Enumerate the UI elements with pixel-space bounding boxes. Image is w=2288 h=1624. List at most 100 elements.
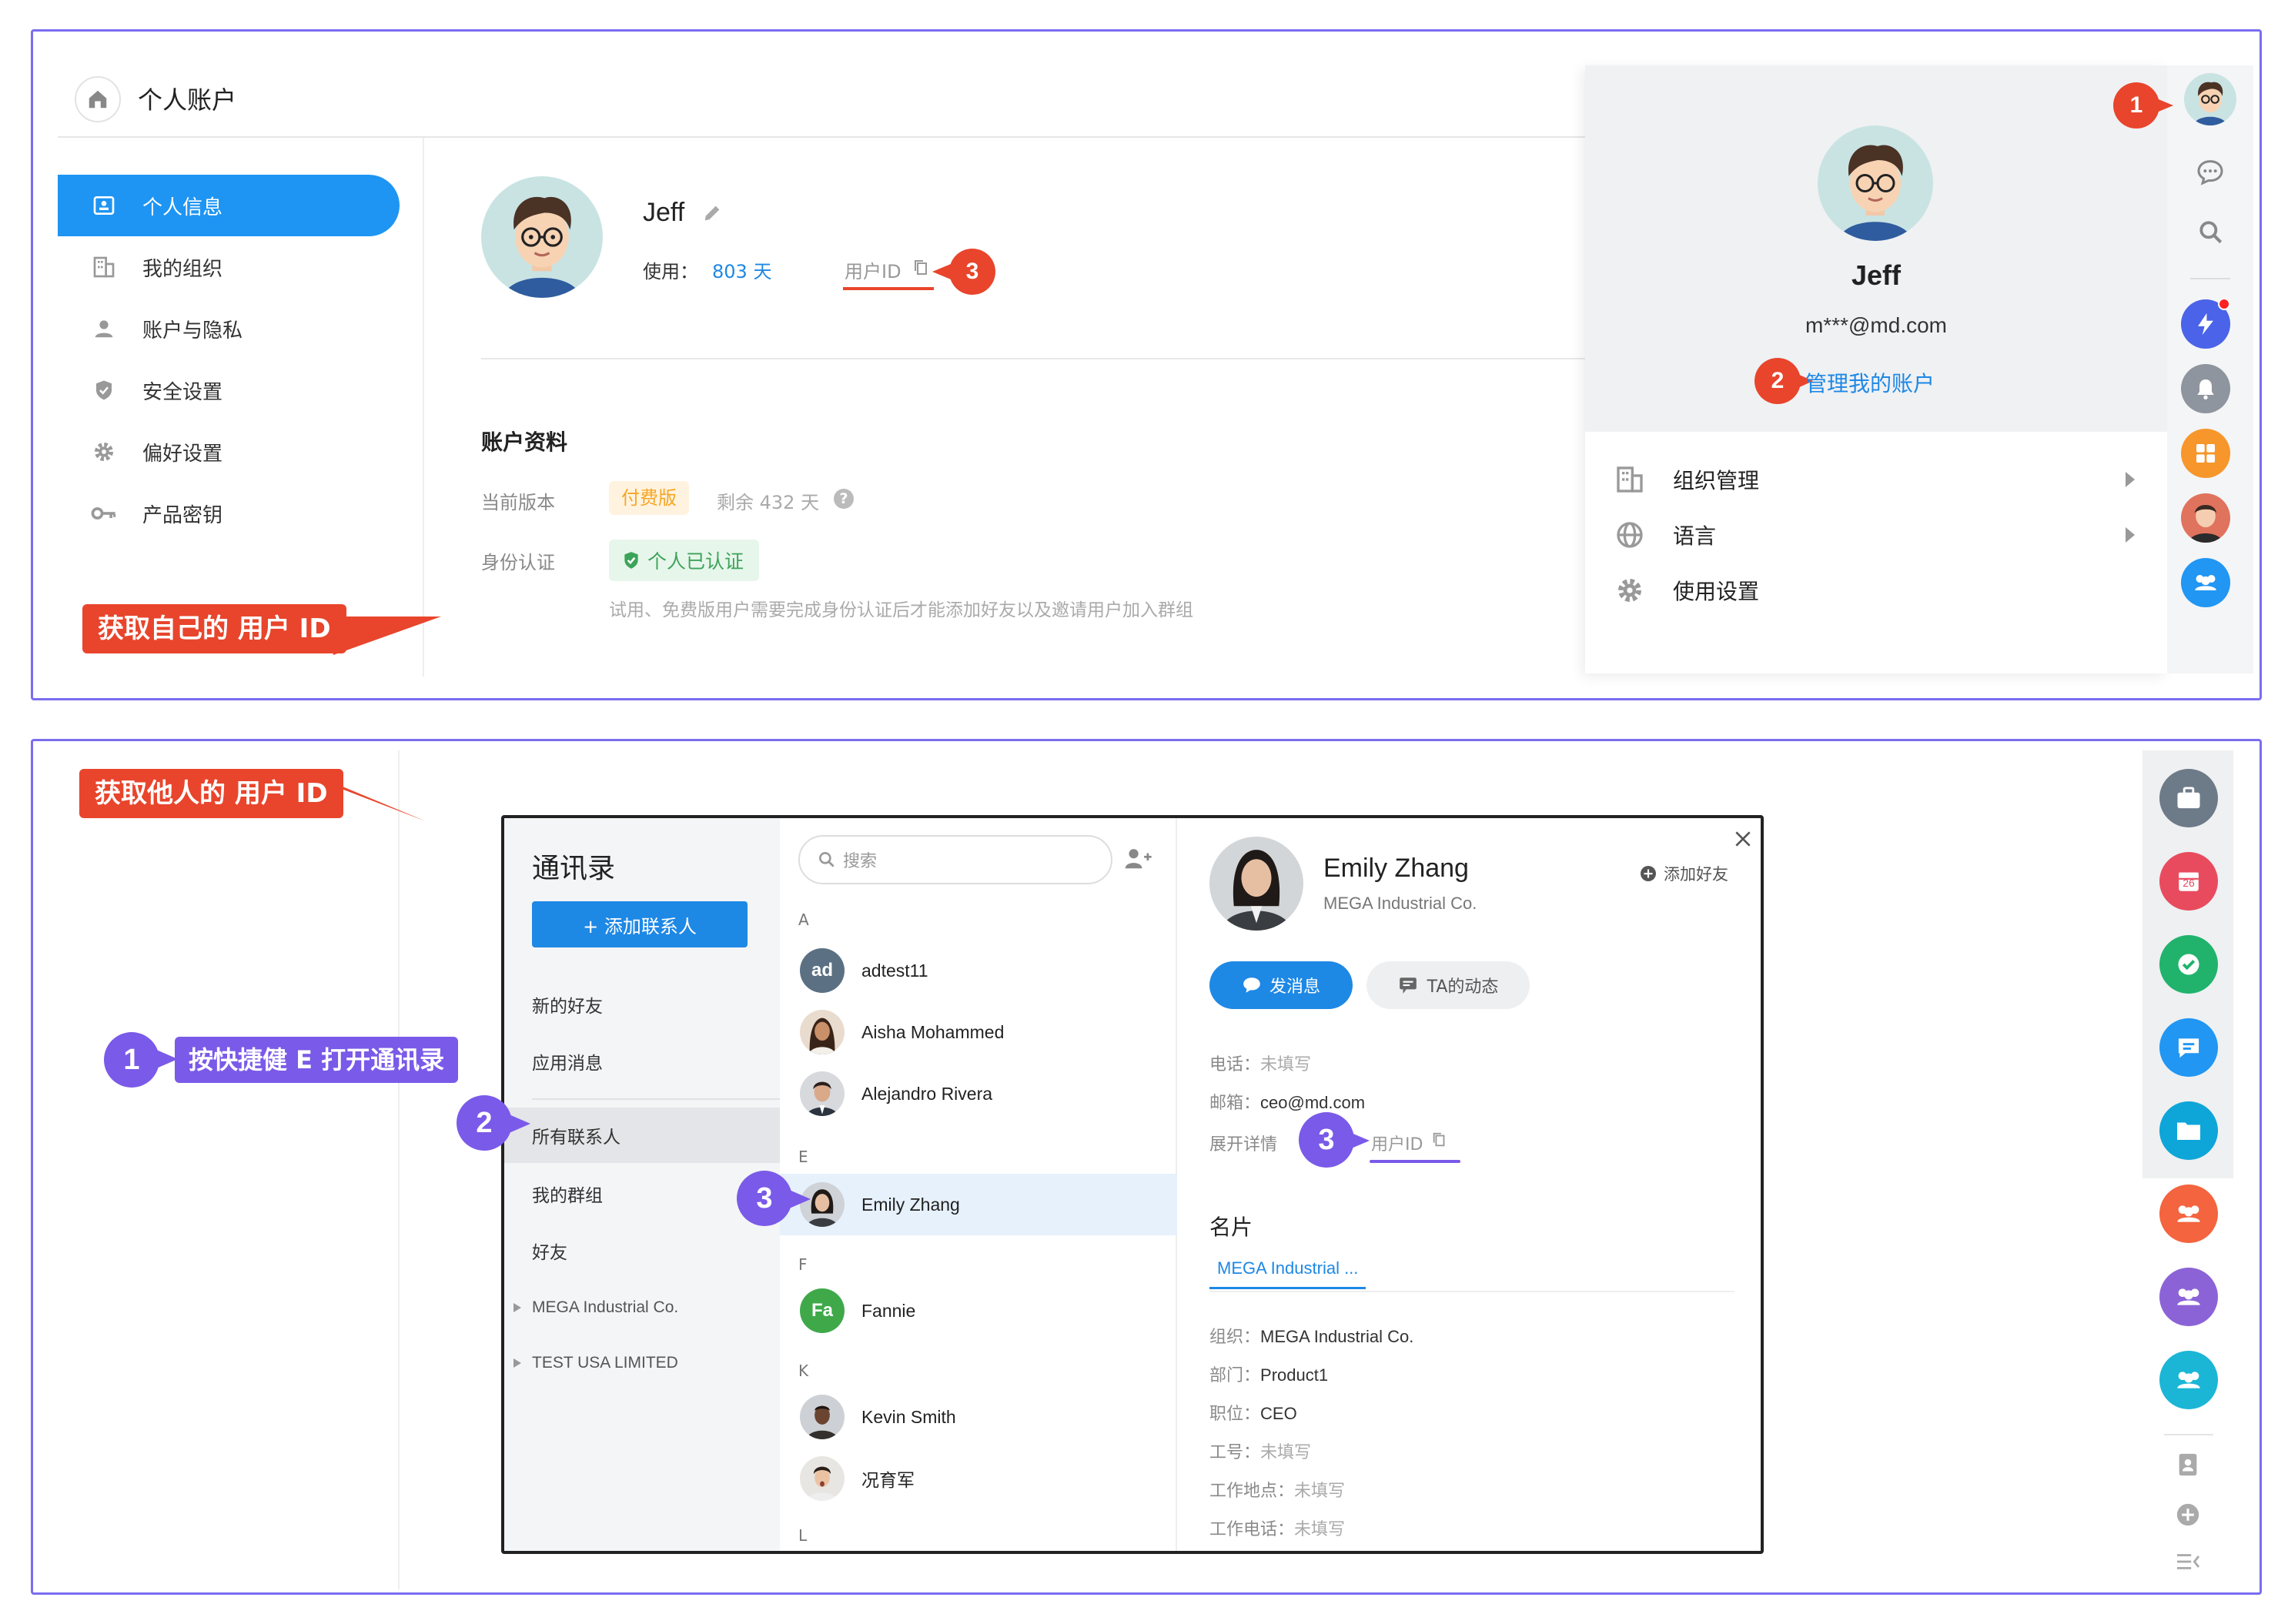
dropdown-avatar [1818,125,1933,241]
contact-row-fannie[interactable]: Fa Fannie [780,1280,1177,1342]
rail-user-avatar[interactable] [2184,73,2236,125]
contacts-window: 通讯录 + 添加联系人 新的好友 应用消息 所有联系人 我的群组 好友 MEGA… [501,815,1764,1554]
menu-item-language[interactable]: 语言 [1585,507,2167,563]
add-circle-icon[interactable] [2175,1502,2201,1528]
expand-details-link[interactable]: 展开详情 [1209,1131,1277,1155]
phone-field: 电话：未填写 [1209,1055,1312,1074]
contact-row-emily-zhang[interactable]: Emily Zhang [780,1174,1177,1235]
own-userid-link[interactable]: 用户ID [845,256,901,283]
chat-icon[interactable] [2195,156,2226,187]
collapse-menu-icon[interactable] [2175,1551,2201,1572]
edit-name-icon[interactable] [701,202,723,224]
contacts-book-icon[interactable] [2175,1451,2201,1479]
category-org-mega[interactable]: MEGA Industrial Co. [512,1280,774,1335]
contact-name: Emily Zhang [861,1194,960,1215]
rail-folder-icon[interactable] [2159,1101,2218,1160]
search-icon[interactable] [2196,218,2226,247]
activity-button[interactable]: TA的动态 [1366,961,1530,1009]
identity-label: 身份认证 [481,552,555,573]
rail-group-purple-icon[interactable] [2159,1268,2218,1326]
add-friend-button[interactable]: 添加好友 [1639,861,1728,886]
contact-row-kevin-smith[interactable]: Kevin Smith [780,1386,1177,1448]
sidebar-item-privacy[interactable]: 账户与隐私 [58,298,400,359]
card-heading: 名片 [1209,1215,1253,1240]
add-contact-label: + 添加联系人 [583,915,697,937]
menu-item-label: 组织管理 [1673,468,1760,493]
add-contact-button[interactable]: + 添加联系人 [532,901,748,947]
rail-contact-avatar[interactable] [2181,493,2230,543]
rail-message-icon[interactable] [2159,1018,2218,1077]
badge-pointer [932,264,951,279]
caret-right-icon [513,1303,521,1312]
menu-item-org-management[interactable]: 组织管理 [1585,452,2167,507]
contact-row-kuang-yujun[interactable]: 况育军 [780,1448,1177,1509]
chat-bubble-icon [1243,977,1260,993]
sidebar-item-profile[interactable]: 个人信息 [58,175,400,236]
contact-avatar: ad [800,948,845,993]
add-person-icon[interactable] [1123,846,1152,872]
card-tab-mega[interactable]: MEGA Industrial ... [1209,1251,1366,1289]
copy-icon[interactable] [1431,1131,1448,1149]
badge-pointer [507,1114,530,1134]
step-badge-3-list: 3 [737,1171,792,1226]
search-box[interactable]: 搜索 [798,835,1112,884]
sidebar-item-organization[interactable]: 我的组织 [58,236,400,298]
contact-row-aisha[interactable]: Aisha Mohammed [780,1001,1177,1063]
rail-calendar-icon[interactable]: 26 [2159,852,2218,911]
sidebar-item-label: 安全设置 [142,380,223,404]
rail-task-icon[interactable] [2159,935,2218,994]
menu-item-usage-settings[interactable]: 使用设置 [1585,563,2167,618]
top-panel: 个人账户 个人信息 我的组织 账户与隐私 安全设置 偏好设置 产品密钥 获取自己… [31,29,2262,700]
person-icon [89,313,119,344]
rail-apps-icon[interactable] [2181,429,2230,478]
sidebar-item-product-key[interactable]: 产品密钥 [58,483,400,544]
contact-avatar [800,1010,845,1054]
copy-icon[interactable] [912,258,931,278]
help-icon[interactable]: ? [834,489,854,509]
sidebar-item-label: 个人信息 [142,195,223,219]
contact-row-alejandro[interactable]: Alejandro Rivera [780,1063,1177,1124]
rail-group-orange-icon[interactable] [2159,1185,2218,1243]
sidebar-item-label: 产品密钥 [142,503,223,527]
rail-group-icon[interactable] [2181,558,2230,607]
category-friends[interactable]: 好友 [504,1223,780,1278]
rail-group-teal-icon[interactable] [2159,1351,2218,1409]
key-icon [89,498,119,529]
step-badge-2: 2 [1754,358,1801,404]
contact-row-adtest11[interactable]: ad adtest11 [780,940,1177,1001]
group-letter: K [798,1362,809,1380]
profile-name: Jeff [643,198,685,227]
callout-own-userid: 获取自己的 用户 ID [82,604,346,653]
id-card-icon [89,190,119,221]
category-app-messages[interactable]: 应用消息 [504,1034,780,1089]
rail-bell-icon[interactable] [2181,364,2230,413]
close-icon[interactable] [1733,829,1753,849]
contact-name: 况育军 [861,1471,915,1491]
sidebar-item-label: 偏好设置 [142,442,223,466]
globe-icon [1617,522,1643,548]
work-location-field: 工作地点：未填写 [1209,1482,1346,1501]
activity-label: TA的动态 [1427,977,1499,997]
identity-note: 试用、免费版用户需要完成身份认证后才能添加好友以及邀请用户加入群组 [609,600,1193,620]
detail-avatar [1209,837,1303,931]
verified-shield-icon [624,552,638,569]
profile-avatar[interactable] [481,176,603,298]
contact-avatar [800,1071,845,1116]
sidebar-item-security[interactable]: 安全设置 [58,359,400,421]
search-icon [819,852,835,867]
sidebar-item-preferences[interactable]: 偏好设置 [58,421,400,483]
manage-account-link[interactable]: 管理我的账户 [1805,367,1935,398]
usage-label: 使用： [643,261,698,282]
other-userid-link[interactable]: 用户ID [1371,1131,1423,1155]
send-message-button[interactable]: 发消息 [1209,961,1353,1009]
step-badge-1: 1 [104,1032,159,1088]
category-org-test-usa[interactable]: TEST USA LIMITED [512,1335,774,1391]
badge-pointer [2155,98,2173,113]
contact-avatar [800,1456,845,1501]
category-new-friends[interactable]: 新的好友 [504,977,780,1032]
rail-briefcase-icon[interactable] [2159,769,2218,827]
chevron-right-icon [2126,472,2135,487]
category-all-contacts[interactable]: 所有联系人 [504,1108,780,1163]
building-icon [1617,466,1643,493]
home-button[interactable] [75,76,121,122]
